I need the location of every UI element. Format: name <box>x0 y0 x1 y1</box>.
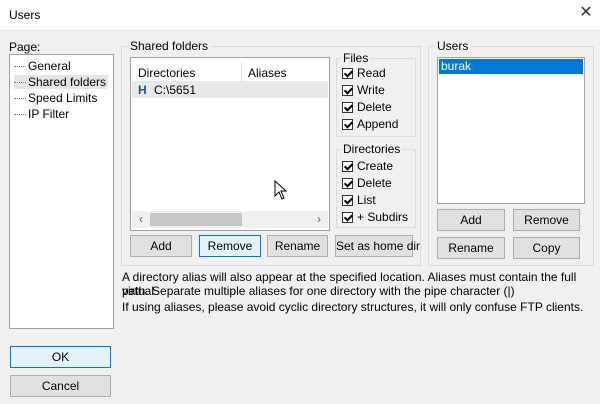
scrollbar-thumb[interactable] <box>150 213 242 226</box>
title-bar <box>0 0 600 31</box>
remove-user-button[interactable]: Remove <box>513 209 580 231</box>
dirs-list-checkbox[interactable]: List <box>342 192 376 208</box>
horizontal-scrollbar[interactable]: ‹ › <box>132 211 328 228</box>
checkbox-checked-icon <box>342 85 353 97</box>
page-tree-item-general[interactable]: General <box>14 59 71 73</box>
add-directory-button[interactable]: Add <box>130 235 192 257</box>
page-tree-item-ip-filter[interactable]: IP Filter <box>14 107 69 121</box>
column-header-directories[interactable]: Directories <box>138 66 195 80</box>
directories-group-title: Directories <box>341 142 403 156</box>
mouse-cursor-icon <box>274 180 288 200</box>
dirs-delete-checkbox[interactable]: Delete <box>342 175 392 191</box>
alias-info-line-2: path. Separate multiple aliases for one … <box>122 284 515 298</box>
remove-directory-button[interactable]: Remove <box>199 235 261 257</box>
checkbox-checked-icon <box>342 68 353 80</box>
scroll-left-icon[interactable]: ‹ <box>134 211 148 227</box>
copy-user-button[interactable]: Copy <box>513 237 580 259</box>
rename-directory-button[interactable]: Rename <box>267 235 328 257</box>
ok-button[interactable]: OK <box>10 346 111 368</box>
table-row[interactable]: H C:\5651 <box>132 81 328 98</box>
user-item-burak[interactable]: burak <box>439 59 583 74</box>
home-dir-flag-icon: H <box>138 83 147 97</box>
checkbox-checked-icon <box>342 212 353 224</box>
files-group-title: Files <box>341 51 371 65</box>
checkbox-checked-icon <box>342 195 353 207</box>
tree-connector-icon <box>14 66 26 68</box>
page-tree-item-speed-limits[interactable]: Speed Limits <box>14 91 97 105</box>
window-title: Users <box>9 8 41 22</box>
scroll-right-icon[interactable]: › <box>312 211 326 227</box>
alias-info-line-3: If using aliases, please avoid cyclic di… <box>122 300 584 314</box>
column-header-aliases[interactable]: Aliases <box>248 66 287 80</box>
checkbox-checked-icon <box>342 102 353 114</box>
page-label: Page: <box>9 40 41 54</box>
column-divider <box>241 63 242 81</box>
checkbox-checked-icon <box>342 119 353 131</box>
dirs-create-checkbox[interactable]: Create <box>342 158 393 174</box>
set-home-dir-button[interactable]: Set as home dir <box>335 235 420 257</box>
files-read-checkbox[interactable]: Read <box>342 65 386 81</box>
tree-connector-icon <box>14 98 26 100</box>
close-icon[interactable]: ✕ <box>576 3 596 23</box>
page-tree[interactable]: General Shared folders Speed Limits IP F… <box>9 54 114 329</box>
tree-connector-icon <box>14 114 26 116</box>
users-group-title: Users <box>435 39 471 53</box>
checkbox-checked-icon <box>342 161 353 173</box>
shared-folders-group-title: Shared folders <box>128 39 211 53</box>
dirs-subdirs-checkbox[interactable]: + Subdirs <box>342 209 408 225</box>
users-list[interactable]: burak <box>437 57 585 204</box>
directories-list[interactable]: Directories Aliases H C:\5651 ‹ › <box>130 57 330 231</box>
page-tree-item-shared-folders[interactable]: Shared folders <box>14 75 109 89</box>
add-user-button[interactable]: Add <box>437 209 505 231</box>
cancel-button[interactable]: Cancel <box>10 375 111 397</box>
directory-cell: C:\5651 <box>154 83 197 97</box>
files-append-checkbox[interactable]: Append <box>342 116 398 132</box>
tree-connector-icon <box>14 82 26 84</box>
rename-user-button[interactable]: Rename <box>437 237 505 259</box>
checkbox-checked-icon <box>342 178 353 190</box>
files-delete-checkbox[interactable]: Delete <box>342 99 392 115</box>
files-write-checkbox[interactable]: Write <box>342 82 385 98</box>
